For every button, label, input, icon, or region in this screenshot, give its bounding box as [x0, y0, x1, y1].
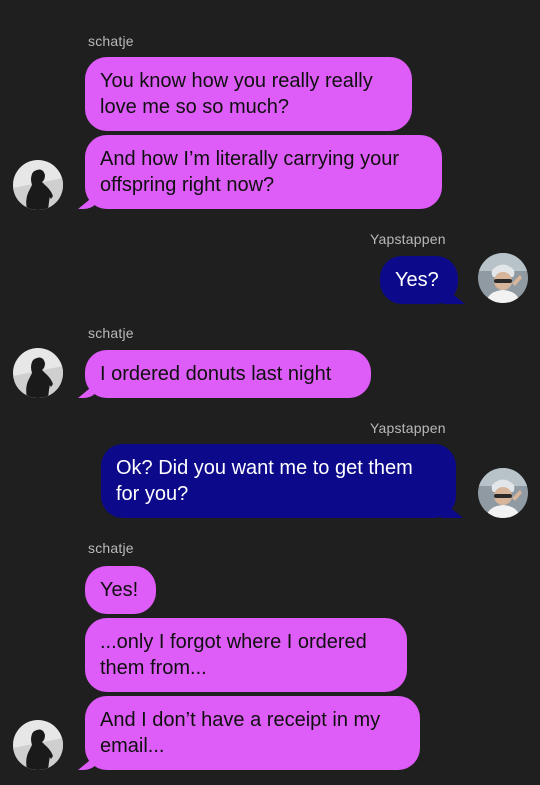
silhouette-avatar-icon [13, 160, 63, 210]
message-bubble-incoming[interactable]: Yes! [85, 566, 156, 614]
sender-name-schatje: schatje [88, 540, 134, 556]
sender-name-yapstappen: Yapstappen [370, 231, 446, 247]
message-bubble-incoming[interactable]: I ordered donuts last night [85, 350, 371, 398]
message-thread: schatje You know how you really really l… [0, 0, 540, 785]
silhouette-avatar-icon [13, 348, 63, 398]
message-bubble-outgoing[interactable]: Ok? Did you want me to get them for you? [101, 444, 456, 518]
contact-avatar-yapstappen[interactable] [478, 253, 528, 303]
contact-avatar-schatje[interactable] [13, 348, 63, 398]
contact-avatar-schatje[interactable] [13, 720, 63, 770]
message-bubble-outgoing[interactable]: Yes? [380, 256, 458, 304]
contact-avatar-yapstappen[interactable] [478, 468, 528, 518]
contact-avatar-schatje[interactable] [13, 160, 63, 210]
sender-name-schatje: schatje [88, 325, 134, 341]
photo-avatar-icon [478, 253, 528, 303]
silhouette-avatar-icon [13, 720, 63, 770]
photo-avatar-icon [478, 468, 528, 518]
sender-name-yapstappen: Yapstappen [370, 420, 446, 436]
sender-name-schatje: schatje [88, 33, 134, 49]
message-bubble-incoming[interactable]: You know how you really really love me s… [85, 57, 412, 131]
message-bubble-incoming[interactable]: ...only I forgot where I ordered them fr… [85, 618, 407, 692]
message-bubble-incoming[interactable]: And I don’t have a receipt in my email..… [85, 696, 420, 770]
message-bubble-incoming[interactable]: And how I’m literally carrying your offs… [85, 135, 442, 209]
